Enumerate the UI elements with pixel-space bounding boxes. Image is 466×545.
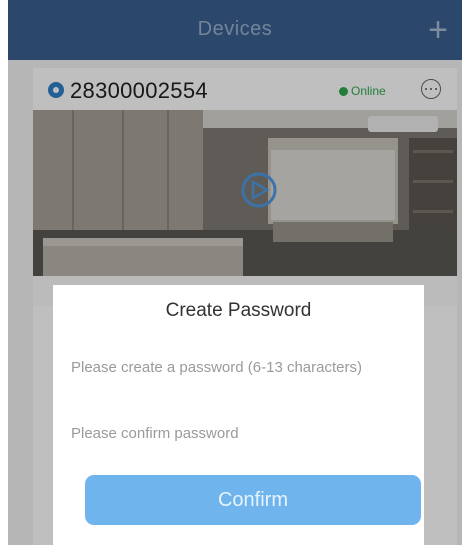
dialog-title: Create Password: [165, 300, 312, 321]
confirm-password-input[interactable]: [71, 420, 421, 446]
password-input[interactable]: [71, 354, 421, 380]
create-password-dialog: Create Password Confirm: [53, 285, 424, 545]
confirm-button[interactable]: Confirm: [85, 475, 421, 525]
app-frame: Devices + 28300002554 Online Create Pass…: [8, 0, 462, 545]
